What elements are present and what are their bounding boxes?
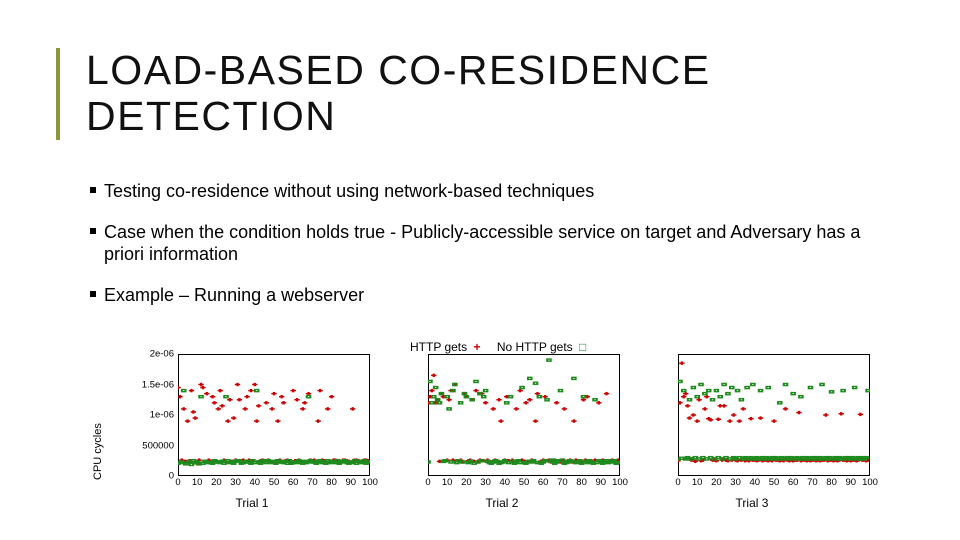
y-tick-label: 1e-06 bbox=[150, 410, 178, 420]
x-tick-label: 40 bbox=[750, 478, 761, 488]
x-tick-label: 60 bbox=[288, 478, 299, 488]
x-tick-label: 70 bbox=[557, 478, 568, 488]
x-tick-label: 0 bbox=[675, 478, 680, 488]
legend-item-2: No HTTP gets bbox=[497, 340, 573, 354]
x-tick-label: 80 bbox=[326, 478, 337, 488]
slide-body: Testing co-residence without using netwo… bbox=[90, 180, 900, 324]
slide-title: LOAD-BASED CO-RESIDENCE DETECTION bbox=[86, 48, 930, 140]
x-tick-label: 30 bbox=[730, 478, 741, 488]
x-tick-label: 50 bbox=[769, 478, 780, 488]
x-tick-label: 100 bbox=[862, 478, 878, 488]
x-tick-label: 90 bbox=[596, 478, 607, 488]
x-tick-label: 10 bbox=[192, 478, 203, 488]
x-tick-label: 70 bbox=[307, 478, 318, 488]
x-tick-label: 60 bbox=[538, 478, 549, 488]
x-tick-label: 10 bbox=[442, 478, 453, 488]
chart-legend: HTTP gets + No HTTP gets □ bbox=[410, 340, 589, 354]
x-tick-label: 60 bbox=[788, 478, 799, 488]
x-tick-label: 80 bbox=[576, 478, 587, 488]
scatter-svg bbox=[678, 354, 870, 476]
x-tick-label: 100 bbox=[612, 478, 628, 488]
x-tick-label: 80 bbox=[826, 478, 837, 488]
y-tick-label: 2e-06 bbox=[150, 349, 178, 359]
plot-panel: 0102030405060708090100Trial 2 bbox=[380, 354, 624, 514]
bullet-3: Example – Running a webserver bbox=[90, 284, 900, 307]
x-tick-label: 30 bbox=[230, 478, 241, 488]
bullet-1: Testing co-residence without using netwo… bbox=[90, 180, 900, 203]
legend-item-1: HTTP gets bbox=[410, 340, 467, 354]
bullet-2: Case when the condition holds true - Pub… bbox=[90, 221, 900, 266]
scatter-svg bbox=[428, 354, 620, 476]
x-tick-label: 40 bbox=[250, 478, 261, 488]
x-tick-label: 70 bbox=[807, 478, 818, 488]
legend-marker-square: □ bbox=[576, 340, 589, 354]
x-tick-label: 0 bbox=[425, 478, 430, 488]
x-tick-label: 50 bbox=[519, 478, 530, 488]
y-tick-label: 1.5e-06 bbox=[142, 380, 178, 390]
legend-marker-plus: + bbox=[470, 340, 483, 354]
x-tick-label: 40 bbox=[500, 478, 511, 488]
plot-panel: 0102030405060708090100Trial 3 bbox=[630, 354, 874, 514]
y-tick-label: 500000 bbox=[142, 441, 178, 451]
x-tick-label: 90 bbox=[346, 478, 357, 488]
scatter-svg bbox=[178, 354, 370, 476]
plot-panel: 05000001e-061.5e-062e-060102030405060708… bbox=[130, 354, 374, 514]
plots-row: 05000001e-061.5e-062e-060102030405060708… bbox=[130, 354, 874, 514]
title-area: LOAD-BASED CO-RESIDENCE DETECTION bbox=[56, 48, 930, 140]
x-axis-label: Trial 2 bbox=[380, 496, 624, 510]
x-tick-label: 30 bbox=[480, 478, 491, 488]
chart-block: HTTP gets + No HTTP gets □ CPU cycles 0 5… bbox=[90, 340, 880, 520]
x-axis-label: Trial 3 bbox=[630, 496, 874, 510]
x-tick-label: 20 bbox=[461, 478, 472, 488]
x-tick-label: 20 bbox=[711, 478, 722, 488]
x-axis-label: Trial 1 bbox=[130, 496, 374, 510]
y-axis-label: CPU cycles bbox=[92, 423, 104, 480]
x-tick-label: 20 bbox=[211, 478, 222, 488]
x-tick-label: 50 bbox=[269, 478, 280, 488]
x-tick-label: 100 bbox=[362, 478, 378, 488]
x-tick-label: 90 bbox=[846, 478, 857, 488]
x-tick-label: 0 bbox=[175, 478, 180, 488]
x-tick-label: 10 bbox=[692, 478, 703, 488]
